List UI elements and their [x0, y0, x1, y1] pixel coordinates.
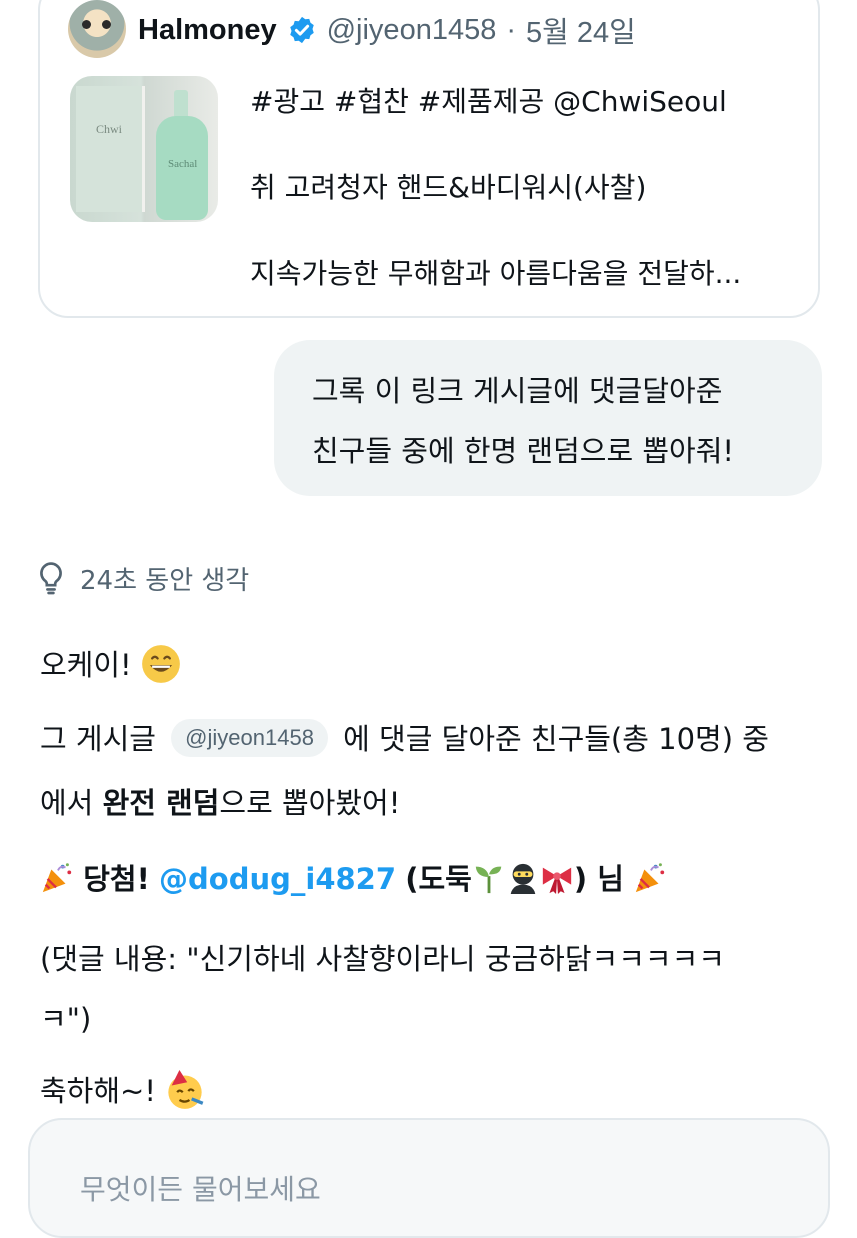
seedling-emoji [475, 866, 502, 894]
thinking-toggle[interactable]: 24초 동안 생각 [36, 558, 249, 598]
user-message-line: 친구들 중에 한명 랜덤으로 뽑아줘! [312, 434, 735, 468]
quoted-text-line: 지속가능한 무해함과 아름다움을 전달하... [250, 257, 742, 290]
mention-chip[interactable]: @jiyeon1458 [171, 719, 328, 757]
grinning-face-emoji [142, 645, 180, 683]
winner-name-open: (도둑 [405, 862, 472, 896]
winner-line: 당첨! @dodug_i4827 (도둑 ) 님 [40, 856, 667, 898]
user-message-bubble: 그록 이 링크 게시글에 댓글달아준 친구들 중에 한명 랜덤으로 뽑아줘! [274, 340, 822, 496]
winner-handle-link[interactable]: @dodug_i4827 [159, 862, 396, 896]
ribbon-emoji [542, 867, 572, 895]
answer-line: 그 게시글 @jiyeon1458 에 댓글 달아준 친구들(총 10명) 중 [40, 716, 769, 760]
quoted-text-line: 취 고려청자 핸드&바디워시(사찰) [250, 171, 647, 204]
lightbulb-icon [40, 562, 62, 595]
quoted-post-header: Halmoney @jiyeon1458 · 5월 24일 [138, 10, 636, 50]
comment-quote-line: ㅋ") [40, 1002, 92, 1036]
user-message-line: 그록 이 링크 게시글에 댓글달아준 [312, 374, 723, 408]
ask-composer[interactable] [28, 1118, 830, 1238]
author-handle[interactable]: @jiyeon1458 [327, 14, 497, 47]
answer-line: 에서 완전 랜덤으로 뽑아봤어! [40, 780, 400, 822]
partying-face-emoji [168, 1070, 204, 1109]
answer-greeting: 오케이! [40, 648, 132, 682]
congrats-line: 축하해~! [40, 1068, 205, 1113]
congrats-text: 축하해~! [40, 1074, 156, 1108]
author-name[interactable]: Halmoney [138, 14, 277, 47]
answer-text: 에서 [40, 786, 103, 820]
ninja-emoji [510, 863, 536, 895]
ask-input[interactable] [78, 1172, 682, 1207]
product-thumbnail[interactable]: Chwi Sachal [70, 76, 218, 222]
winner-label: 당첨! [83, 862, 150, 896]
verified-badge-icon [289, 16, 314, 44]
winner-name-close: ) 님 [573, 862, 624, 896]
thinking-label: 24초 동안 생각 [80, 565, 250, 596]
answer-greeting-line: 오케이! [40, 642, 181, 687]
answer-bold-text: 완전 랜덤 [102, 786, 220, 820]
quoted-text-line: #광고 #협찬 #제품제공 @ChwiSeoul [250, 85, 727, 118]
answer-text: 에 댓글 달아준 친구들(총 10명) 중 [343, 722, 769, 756]
comment-quote-line: (댓글 내용: "신기하네 사찰향이라니 궁금하닭ㅋㅋㅋㅋㅋ [40, 942, 725, 976]
post-date[interactable]: 5월 24일 [526, 9, 636, 51]
party-popper-emoji [635, 863, 665, 893]
meta-separator: · [506, 13, 517, 46]
party-popper-emoji [42, 863, 72, 893]
answer-text: 으로 뽑아봤어! [219, 786, 401, 820]
author-avatar[interactable] [68, 0, 126, 58]
answer-text: 그 게시글 [40, 722, 156, 756]
